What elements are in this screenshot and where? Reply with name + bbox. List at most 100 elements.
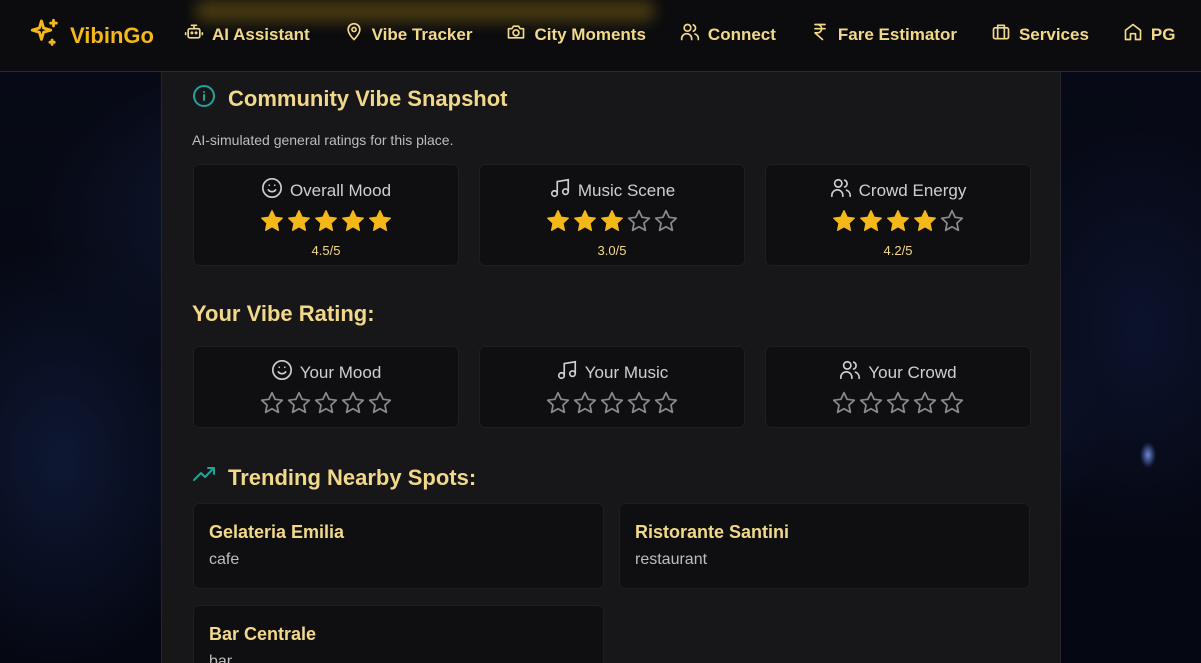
sparkles-icon xyxy=(28,16,62,56)
rating-card-music-scene: Music Scene 3.0/5 xyxy=(479,164,745,266)
info-icon xyxy=(192,84,216,114)
rating-card-header: Overall Mood xyxy=(261,177,391,204)
nav-pg[interactable]: PG xyxy=(1123,22,1176,47)
spot-card[interactable]: Gelateria Emilia cafe xyxy=(193,503,604,589)
star-row xyxy=(831,208,965,239)
star-filled-icon xyxy=(858,208,884,239)
bot-icon xyxy=(184,22,204,47)
star-rating-button[interactable] xyxy=(572,390,598,421)
music-icon xyxy=(556,359,578,386)
star-rating-button[interactable] xyxy=(831,390,857,421)
spot-type: cafe xyxy=(209,551,240,568)
star-filled-icon xyxy=(545,208,571,239)
star-input-row xyxy=(259,390,393,421)
spot-name: Bar Centrale xyxy=(209,624,317,644)
star-rating-button[interactable] xyxy=(912,390,938,421)
star-rating-button[interactable] xyxy=(885,390,911,421)
star-rating-button[interactable] xyxy=(313,390,339,421)
rating-score: 4.2/5 xyxy=(883,243,913,258)
star-empty-icon xyxy=(653,208,679,239)
your-rating-title: Your Vibe Rating: xyxy=(192,301,375,326)
nav-fare-estimator[interactable]: Fare Estimator xyxy=(810,22,957,47)
spot-name: Ristorante Santini xyxy=(635,522,790,542)
rating-card-header: Your Music xyxy=(556,359,668,386)
spot-type: restaurant xyxy=(635,551,708,568)
star-filled-icon xyxy=(912,208,938,239)
nav-label: Connect xyxy=(707,24,776,44)
spot-card[interactable]: Ristorante Santini restaurant xyxy=(619,503,1030,589)
nav-label: AI Assistant xyxy=(212,24,310,44)
star-rating-button[interactable] xyxy=(545,390,571,421)
rating-card-header: Music Scene xyxy=(549,177,675,204)
rating-score: 4.5/5 xyxy=(311,243,341,258)
star-filled-icon xyxy=(259,208,285,239)
smile-icon xyxy=(261,177,283,204)
rating-score: 3.0/5 xyxy=(597,243,627,258)
star-filled-icon xyxy=(286,208,312,239)
nav-services[interactable]: Services xyxy=(991,22,1089,47)
background-sparkle xyxy=(1140,442,1156,468)
star-rating-button[interactable] xyxy=(858,390,884,421)
star-filled-icon xyxy=(599,208,625,239)
trending-up-icon xyxy=(192,463,216,493)
your-rating-card-mood: Your Mood xyxy=(193,346,459,428)
rating-label: Your Mood xyxy=(299,362,382,382)
nav-connect[interactable]: Connect xyxy=(680,22,776,47)
nav-label: City Moments xyxy=(534,24,646,44)
rating-card-header: Crowd Energy xyxy=(830,177,967,204)
star-empty-icon xyxy=(626,208,652,239)
map-pin-icon xyxy=(344,22,364,47)
star-filled-icon xyxy=(313,208,339,239)
star-empty-icon xyxy=(939,208,965,239)
users-icon xyxy=(839,359,861,386)
nav-label: PG xyxy=(1150,24,1176,44)
users-icon xyxy=(680,22,700,47)
star-input-row xyxy=(545,390,679,421)
rating-card-header: Your Crowd xyxy=(839,359,957,386)
star-filled-icon xyxy=(340,208,366,239)
rating-card-overall-mood: Overall Mood 4.5/5 xyxy=(193,164,459,266)
users-icon xyxy=(830,177,852,204)
rating-label: Your Music xyxy=(584,362,669,382)
star-row xyxy=(259,208,393,239)
briefcase-icon xyxy=(991,22,1011,47)
camera-icon xyxy=(506,22,526,47)
nav-vibe-tracker[interactable]: Vibe Tracker xyxy=(344,22,472,47)
snapshot-subtitle: AI-simulated general ratings for this pl… xyxy=(192,132,454,148)
star-filled-icon xyxy=(367,208,393,239)
nav-label: Fare Estimator xyxy=(837,24,957,44)
star-rating-button[interactable] xyxy=(653,390,679,421)
star-filled-icon xyxy=(572,208,598,239)
snapshot-title: Community Vibe Snapshot xyxy=(228,86,508,111)
music-icon xyxy=(549,177,571,204)
star-rating-button[interactable] xyxy=(286,390,312,421)
star-filled-icon xyxy=(831,208,857,239)
rating-card-header: Your Mood xyxy=(271,359,382,386)
your-rating-heading: Your Vibe Rating: xyxy=(192,301,375,327)
spot-type: bar xyxy=(209,653,233,663)
star-rating-button[interactable] xyxy=(367,390,393,421)
smile-icon xyxy=(271,359,293,386)
star-input-row xyxy=(831,390,965,421)
star-rating-button[interactable] xyxy=(626,390,652,421)
your-rating-card-music: Your Music xyxy=(479,346,745,428)
your-rating-card-crowd: Your Crowd xyxy=(765,346,1031,428)
nav-label: Services xyxy=(1018,24,1089,44)
star-rating-button[interactable] xyxy=(939,390,965,421)
star-rating-button[interactable] xyxy=(340,390,366,421)
nav-ai-assistant[interactable]: AI Assistant xyxy=(184,22,310,47)
spot-name: Gelateria Emilia xyxy=(209,522,345,542)
top-navbar: VibinGo AI Assistant Vibe Tracker City M… xyxy=(0,0,1201,72)
rating-label: Music Scene xyxy=(577,180,676,200)
star-rating-button[interactable] xyxy=(599,390,625,421)
snapshot-heading: Community Vibe Snapshot xyxy=(192,84,508,114)
nav-city-moments[interactable]: City Moments xyxy=(506,22,646,47)
spot-card[interactable]: Bar Centrale bar xyxy=(193,605,604,663)
brand-name: VibinGo xyxy=(70,23,154,48)
rating-label: Crowd Energy xyxy=(858,180,967,200)
nav-glow xyxy=(195,0,655,22)
brand-logo[interactable]: VibinGo xyxy=(28,16,154,56)
home-icon xyxy=(1123,22,1143,47)
rating-label: Your Crowd xyxy=(868,362,957,382)
star-rating-button[interactable] xyxy=(259,390,285,421)
